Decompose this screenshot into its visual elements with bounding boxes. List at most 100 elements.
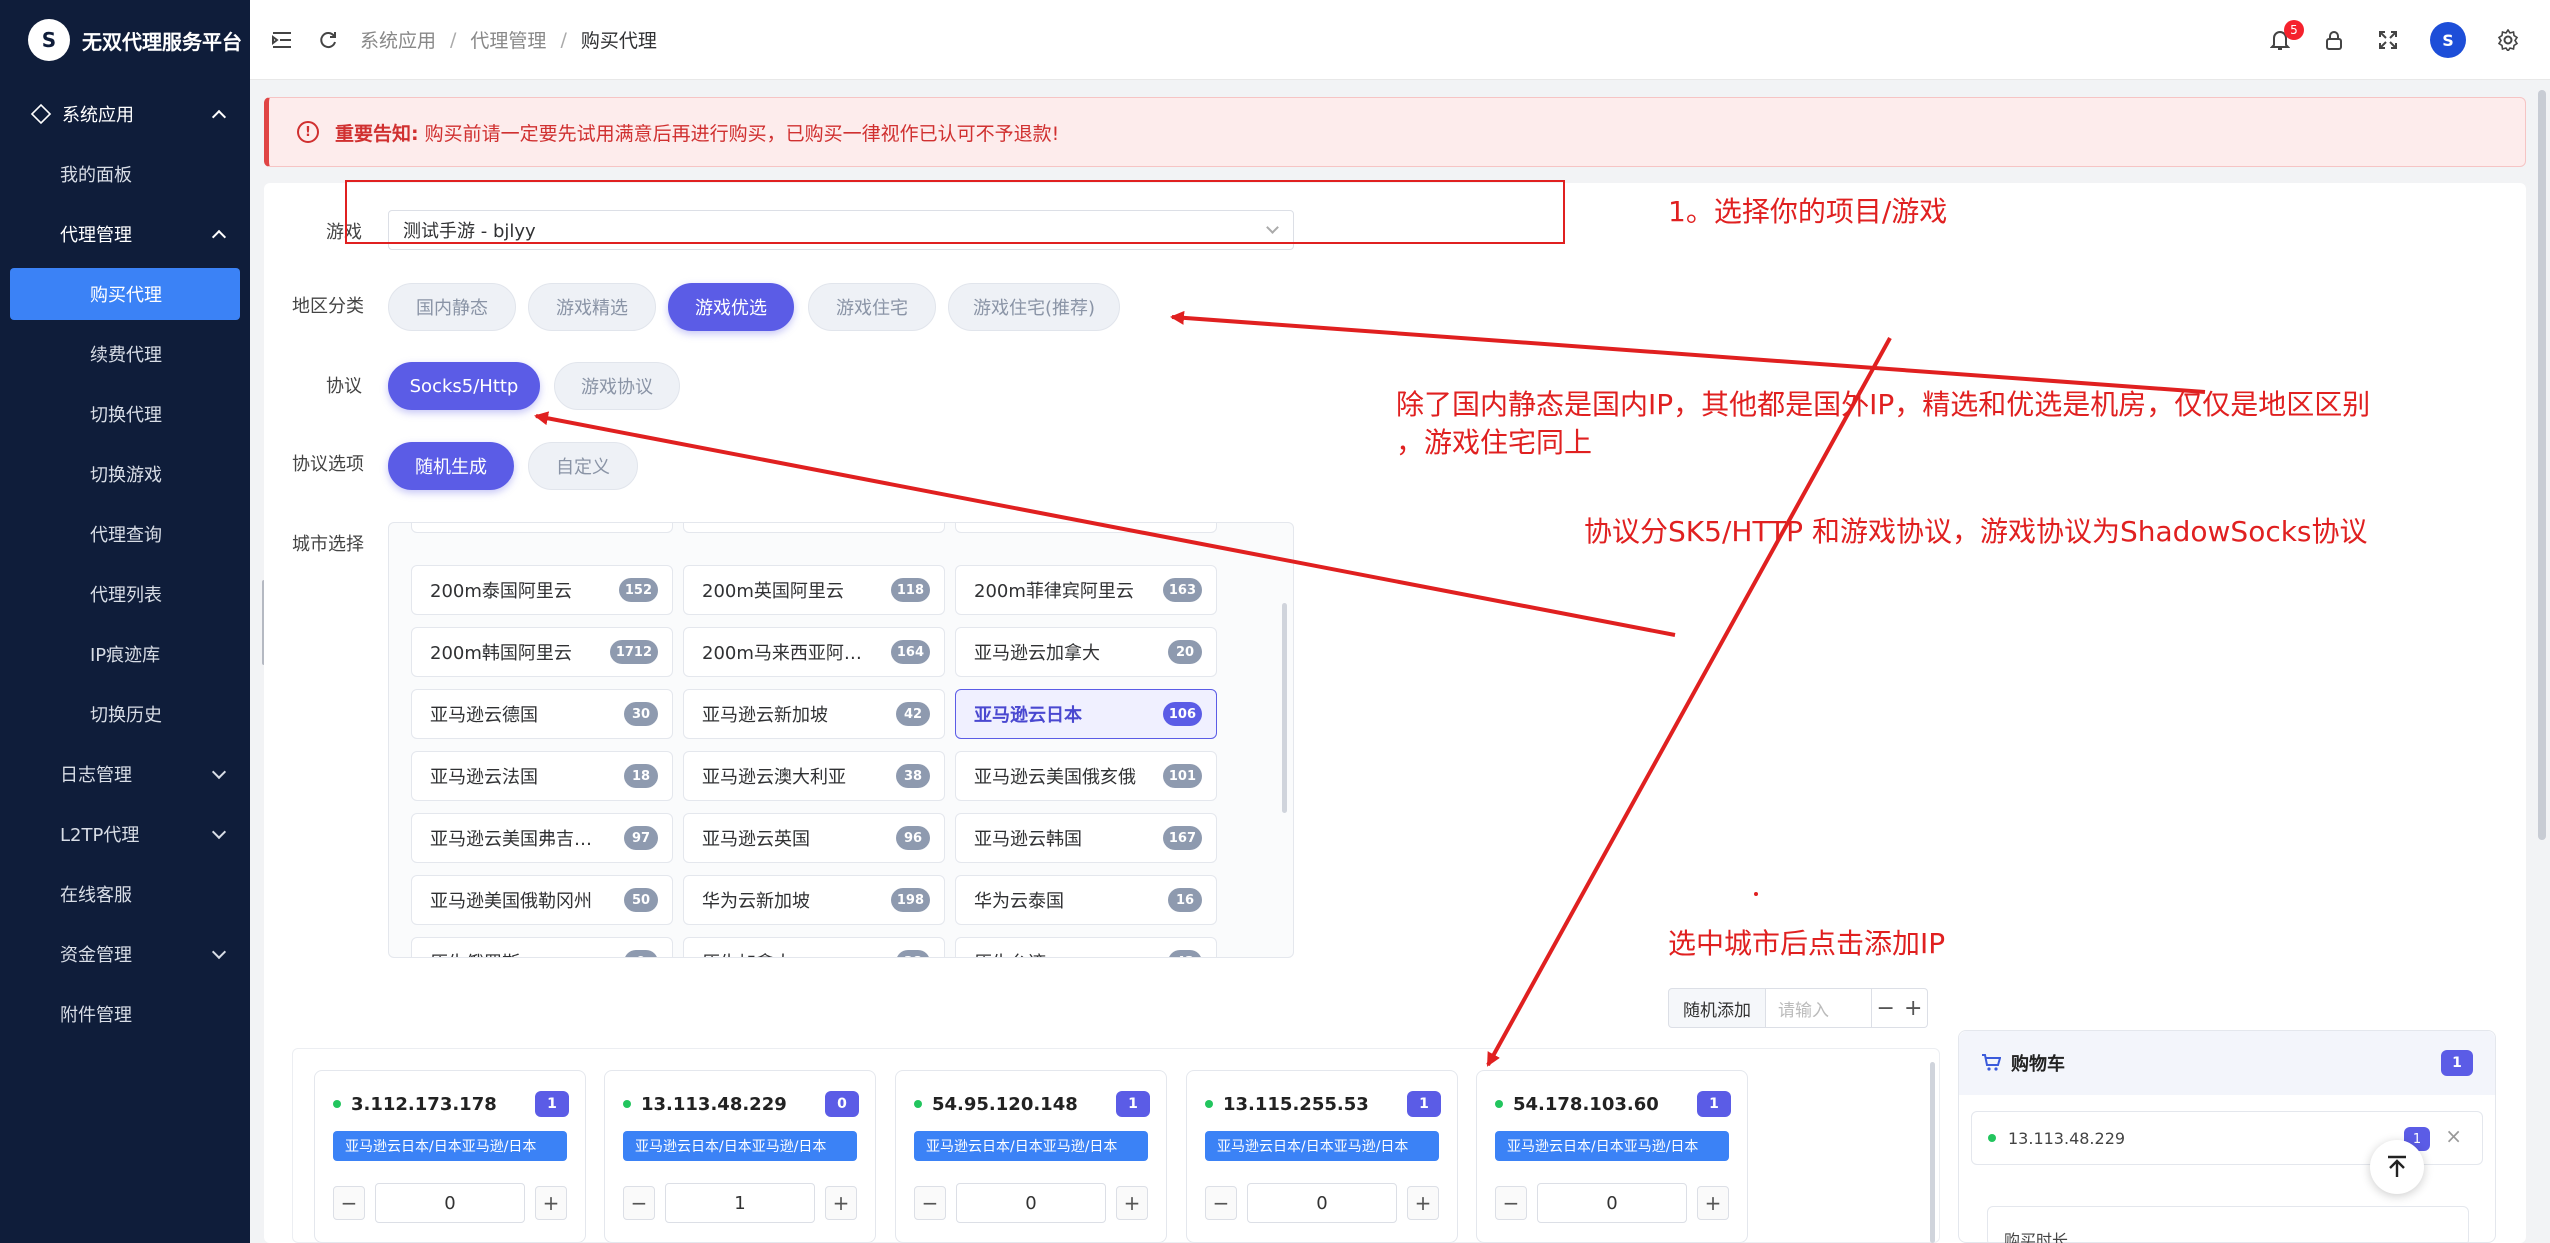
- sidebar-item-attachments[interactable]: 附件管理: [0, 984, 250, 1044]
- region-option[interactable]: 国内静态: [388, 283, 516, 331]
- city-option[interactable]: 华为云泰国 16: [955, 875, 1217, 925]
- region-option[interactable]: 游戏住宅(推荐): [948, 283, 1120, 331]
- sidebar-item-proxy-list[interactable]: 代理列表: [0, 564, 250, 624]
- city-option[interactable]: 亚马逊云美国弗吉尼亚 97: [411, 813, 673, 863]
- increment-button[interactable]: +: [1697, 1186, 1729, 1220]
- city-option-partial[interactable]: [683, 523, 945, 533]
- ip-card: 54.95.120.148 1 亚马逊云日本/日本亚马逊/日本 −0 +: [895, 1070, 1167, 1243]
- decrement-button[interactable]: −: [333, 1186, 365, 1220]
- city-count-badge: 43: [1168, 950, 1202, 957]
- sidebar-group-system[interactable]: 系统应用: [0, 84, 250, 144]
- increment-button[interactable]: +: [1407, 1186, 1439, 1220]
- decrement-button[interactable]: −: [1205, 1186, 1237, 1220]
- city-count-badge: 38: [896, 764, 930, 788]
- protocol-mode-selected[interactable]: 随机生成: [388, 442, 514, 490]
- minus-icon[interactable]: −: [1877, 996, 1895, 1021]
- sidebar-item-logs[interactable]: 日志管理: [0, 744, 250, 804]
- city-option[interactable]: 200m韩国阿里云 1712: [411, 627, 673, 677]
- city-name: 200m泰国阿里云: [430, 581, 572, 602]
- sidebar-item-dashboard[interactable]: 我的面板: [0, 144, 250, 204]
- city-option[interactable]: 亚马逊云德国 30: [411, 689, 673, 739]
- sidebar-item-switch-game[interactable]: 切换游戏: [0, 444, 250, 504]
- city-option[interactable]: 200m英国阿里云 118: [683, 565, 945, 615]
- decrement-button[interactable]: −: [623, 1186, 655, 1220]
- menu-fold-icon[interactable]: [270, 28, 294, 52]
- protocol-option[interactable]: 游戏协议: [554, 362, 680, 410]
- quantity-input[interactable]: 0: [1537, 1183, 1687, 1223]
- page-scrollbar[interactable]: [2538, 90, 2546, 840]
- city-option[interactable]: 亚马逊云韩国 167: [955, 813, 1217, 863]
- sidebar-item-label: 日志管理: [60, 765, 132, 786]
- breadcrumb-item[interactable]: 代理管理: [470, 26, 546, 53]
- annotation-region-line1: 除了国内静态是国内IP，其他都是国外IP，精选和优选是机房，仅仅是地区区别: [1396, 388, 2371, 421]
- sidebar-item-l2tp[interactable]: L2TP代理: [0, 804, 250, 864]
- city-option-partial[interactable]: [955, 523, 1217, 533]
- city-option[interactable]: 原生台湾 43: [955, 937, 1217, 957]
- sidebar-item-switch-proxy[interactable]: 切换代理: [0, 384, 250, 444]
- logo[interactable]: S 无双代理服务平台: [0, 0, 250, 80]
- city-option[interactable]: 原生俄罗斯 9: [411, 937, 673, 957]
- city-name: 原生台湾: [974, 949, 1046, 957]
- city-option[interactable]: 亚马逊美国俄勒冈州 50: [411, 875, 673, 925]
- gear-icon[interactable]: [2496, 28, 2520, 52]
- back-to-top-button[interactable]: [2370, 1140, 2424, 1194]
- sidebar-item-buy-proxy[interactable]: 购买代理: [10, 268, 240, 320]
- quantity-input[interactable]: 0: [956, 1183, 1106, 1223]
- ip-address: 54.178.103.60: [1513, 1093, 1659, 1115]
- increment-button[interactable]: +: [1116, 1186, 1148, 1220]
- city-option[interactable]: 200m马来西亚阿里云 164: [683, 627, 945, 677]
- increment-button[interactable]: +: [825, 1186, 857, 1220]
- close-icon[interactable]: ×: [2445, 1124, 2462, 1148]
- sidebar-item-proxy-management[interactable]: 代理管理: [0, 204, 250, 264]
- sidebar-item-ip-trace[interactable]: IP痕迹库: [0, 624, 250, 684]
- plus-icon[interactable]: +: [1904, 996, 1922, 1021]
- city-option[interactable]: 亚马逊云新加坡 42: [683, 689, 945, 739]
- city-option[interactable]: 华为云新加坡 198: [683, 875, 945, 925]
- breadcrumb-item[interactable]: 系统应用: [360, 26, 436, 53]
- region-option-selected[interactable]: 游戏优选: [668, 283, 794, 331]
- city-option[interactable]: 200m泰国阿里云 152: [411, 565, 673, 615]
- fullscreen-icon[interactable]: [2376, 28, 2400, 52]
- city-option[interactable]: 亚马逊云法国 18: [411, 751, 673, 801]
- quantity-input[interactable]: 0: [1247, 1183, 1397, 1223]
- city-option[interactable]: 原生加拿大 28: [683, 937, 945, 957]
- city-count-badge: 16: [1168, 888, 1202, 912]
- decrement-button[interactable]: −: [1495, 1186, 1527, 1220]
- city-name: 亚马逊云日本: [974, 705, 1082, 726]
- ip-list-scrollbar[interactable]: [1930, 1062, 1935, 1243]
- region-option[interactable]: 游戏住宅: [808, 283, 936, 331]
- sidebar-item-support[interactable]: 在线客服: [0, 864, 250, 924]
- city-option[interactable]: 200m菲律宾阿里云 163: [955, 565, 1217, 615]
- city-option[interactable]: 亚马逊云美国俄亥俄 101: [955, 751, 1217, 801]
- avatar[interactable]: S: [2430, 22, 2466, 58]
- random-add-button[interactable]: 随机添加: [1668, 988, 1766, 1028]
- city-option-partial[interactable]: [411, 523, 673, 533]
- sidebar-item-switch-history[interactable]: 切换历史: [0, 684, 250, 744]
- city-option[interactable]: 亚马逊云澳大利亚 38: [683, 751, 945, 801]
- annotation-step1: 1。选择你的项目/游戏: [1668, 195, 1948, 228]
- city-option[interactable]: 亚马逊云加拿大 20: [955, 627, 1217, 677]
- city-name: 200m英国阿里云: [702, 581, 844, 602]
- protocol-option-selected[interactable]: Socks5/Http: [388, 362, 540, 410]
- increment-button[interactable]: +: [535, 1186, 567, 1220]
- quantity-input[interactable]: 0: [375, 1183, 525, 1223]
- bell-icon[interactable]: 5: [2268, 20, 2304, 52]
- sidebar-item-renew-proxy[interactable]: 续费代理: [0, 324, 250, 384]
- decrement-button[interactable]: −: [914, 1186, 946, 1220]
- quantity-input[interactable]: 1: [665, 1183, 815, 1223]
- ip-card: 13.115.255.53 1 亚马逊云日本/日本亚马逊/日本 −0 +: [1186, 1070, 1458, 1243]
- region-option[interactable]: 游戏精选: [528, 283, 656, 331]
- city-count-badge: 28: [896, 950, 930, 957]
- sidebar-item-funds[interactable]: 资金管理: [0, 924, 250, 984]
- city-option[interactable]: 亚马逊云英国 96: [683, 813, 945, 863]
- city-scrollbar[interactable]: [1282, 603, 1287, 813]
- sidebar-item-proxy-query[interactable]: 代理查询: [0, 504, 250, 564]
- add-ip-input[interactable]: 请输入: [1766, 988, 1872, 1028]
- refresh-icon[interactable]: [316, 28, 340, 52]
- lock-icon[interactable]: [2322, 28, 2346, 52]
- city-name: 亚马逊云澳大利亚: [702, 767, 846, 788]
- protocol-mode-option[interactable]: 自定义: [528, 442, 638, 490]
- city-name: 亚马逊云新加坡: [702, 705, 828, 726]
- chevron-up-icon: [211, 229, 227, 244]
- city-option-selected[interactable]: 亚马逊云日本 106: [955, 689, 1217, 739]
